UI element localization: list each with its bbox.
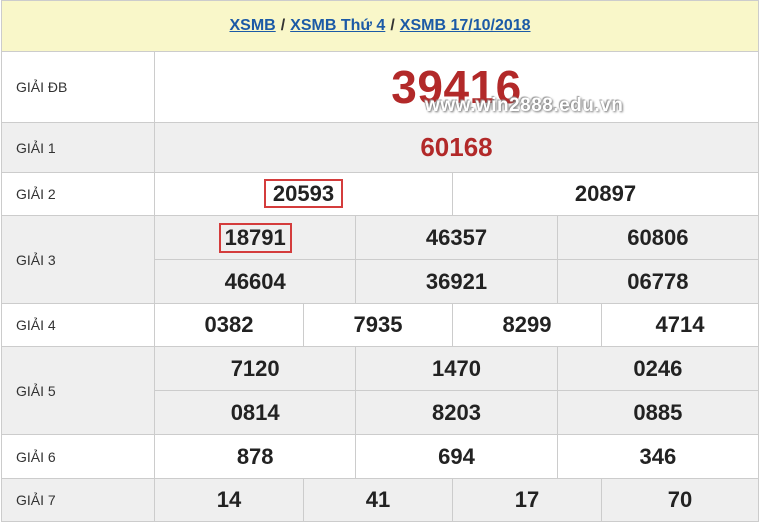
prize-cell: 0382 (154, 303, 304, 347)
prize-cell: 36921 (355, 260, 556, 303)
prize-row-1: GIẢI 1 60168 (1, 122, 760, 173)
breadcrumb-separator: / (280, 17, 286, 34)
prize-number: 7935 (353, 312, 403, 337)
prize-cell: 0814 (155, 391, 355, 434)
prize-group-6: 878 694 346 (153, 434, 760, 479)
prize-row-7: GIẢI 7 14 41 17 70 (1, 478, 760, 522)
lottery-results-table: XSMB / XSMB Thứ 4/XSMB 17/10/2018 GIẢI ĐB … (0, 0, 760, 522)
breadcrumb: XSMB / XSMB Thứ 4/XSMB 17/10/2018 (0, 0, 760, 52)
prize-cell: 7935 (303, 303, 453, 347)
prize-cell: 8299 (452, 303, 602, 347)
prize-label-2: GIẢI 2 (1, 172, 155, 216)
prize-number: 8299 (502, 312, 552, 337)
prize-label-3: GIẢI 3 (1, 215, 155, 304)
prize-number: 346 (639, 443, 677, 469)
prize-number: 46357 (425, 224, 488, 250)
prize-cell: 4714 (600, 303, 760, 347)
prize-number: 1470 (432, 355, 481, 381)
result-page: XSMB / XSMB Thứ 4/XSMB 17/10/2018 GIẢI ĐB … (0, 0, 760, 522)
highlighted-prize-number: 20593 (263, 179, 344, 208)
prize-cell: 70 (600, 478, 760, 522)
prize-cell: 0246 (556, 347, 758, 390)
prize-number: 60168 (420, 132, 493, 162)
prize-number: 60806 (627, 224, 689, 250)
watermark: www.win2888.edu.vn (425, 95, 624, 116)
prize-cell: 20897 (451, 172, 760, 216)
prize-row-3a: GIẢI 3 18791 46357 60806 (1, 215, 760, 304)
prize-number: 694 (438, 443, 475, 469)
prize-number: 0885 (633, 399, 683, 425)
highlighted-prize-number: 18791 (218, 222, 292, 253)
prize-cell: 14 (154, 478, 304, 522)
prize-cell: 60806 (556, 216, 758, 259)
prize-label-7: GIẢI 7 (1, 478, 155, 522)
prize-number: 0382 (204, 312, 254, 337)
prize-cell: 46357 (355, 216, 556, 259)
prize-number: 41 (365, 487, 391, 512)
prize-number: 7120 (230, 355, 280, 381)
prize-number: 17 (514, 487, 540, 512)
prize-cell: 346 (556, 435, 758, 478)
prize-cell: 8203 (355, 391, 556, 434)
prize-number: 0246 (633, 355, 683, 381)
prize-cell: 17 (452, 478, 602, 522)
prize-cell: 694 (355, 435, 556, 478)
prize-cell: 0885 (556, 391, 758, 434)
prize-number: 46604 (224, 268, 286, 294)
prize-number: 06778 (627, 268, 689, 294)
prize-row-6: GIẢI 6 878 694 346 (1, 434, 760, 479)
prize-number: 70 (667, 487, 693, 512)
prize-number: 0814 (230, 399, 280, 425)
prize-row-5a: GIẢI 5 7120 1470 0246 (1, 346, 760, 435)
prize-label-4: GIẢI 4 (1, 303, 155, 347)
prize-group-3-bottom: 46604 36921 06778 (153, 259, 760, 304)
prize-group-3-top: 18791 46357 60806 (153, 215, 760, 260)
prize-row-4: GIẢI 4 0382 7935 8299 4714 (1, 303, 760, 347)
prize-cell: 06778 (556, 260, 758, 303)
prize-number: 4714 (655, 312, 705, 337)
prize-cell: 46604 (155, 260, 355, 303)
prize-number: 36921 (425, 268, 488, 294)
prize-row-2: GIẢI 2 20593 20897 (1, 172, 760, 216)
prize-cell: 1470 (355, 347, 556, 390)
prize-label-1: GIẢI 1 (1, 122, 155, 173)
link-xsmb-date[interactable]: XSMB 17/10/2018 (400, 17, 531, 34)
prize-row-db: GIẢI ĐB 39416 (1, 51, 760, 123)
prize-cell: 878 (155, 435, 355, 478)
prize-number: 14 (216, 487, 242, 512)
prize-cell: 41 (303, 478, 453, 522)
prize-cell: 18791 (155, 216, 355, 259)
prize-number: 878 (236, 443, 274, 469)
prize-group-5-bottom: 0814 8203 0885 (153, 390, 760, 435)
prize-number: 20897 (574, 181, 637, 206)
prize-group-5-top: 7120 1470 0246 (153, 346, 760, 391)
prize-value-1: 60168 (153, 122, 760, 173)
prize-cell: 7120 (155, 347, 355, 390)
prize-number: 8203 (432, 399, 481, 425)
prize-label-db: GIẢI ĐB (1, 51, 155, 123)
link-xsmb[interactable]: XSMB (229, 17, 275, 34)
prize-cell: 20593 (154, 172, 453, 216)
link-xsmb-thu4[interactable]: XSMB Thứ 4 (290, 17, 385, 34)
breadcrumb-separator: / (390, 17, 395, 34)
prize-label-6: GIẢI 6 (1, 434, 155, 479)
header-row: XSMB / XSMB Thứ 4/XSMB 17/10/2018 (0, 0, 760, 52)
prize-label-5: GIẢI 5 (1, 346, 155, 435)
